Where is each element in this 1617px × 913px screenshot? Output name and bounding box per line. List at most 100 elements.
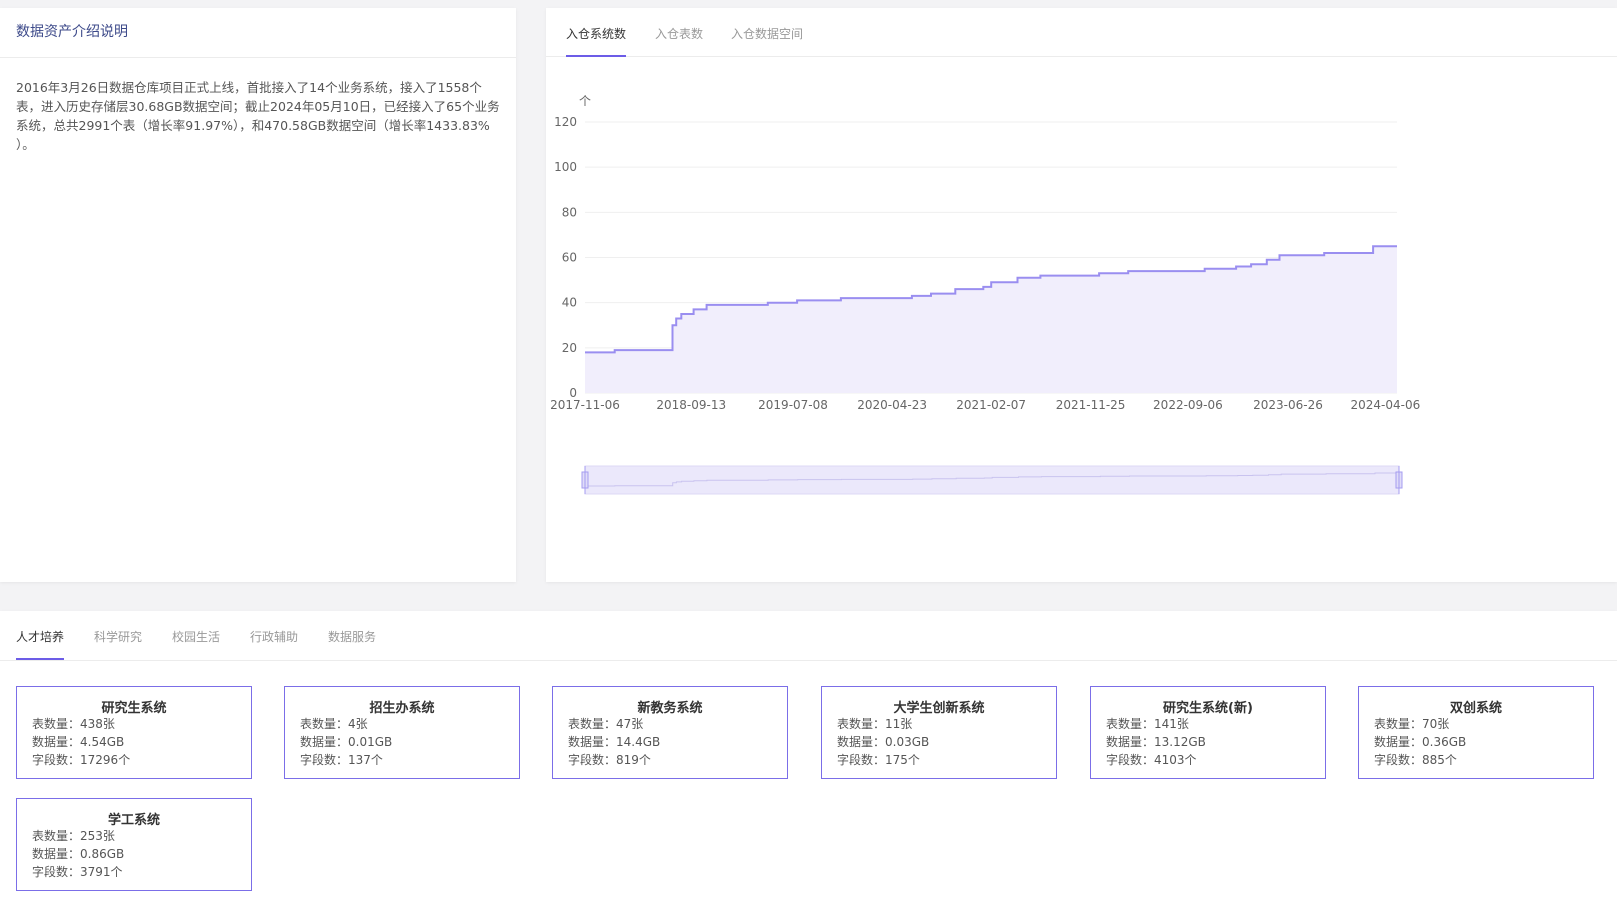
system-name: 双创系统 [1449,701,1502,716]
x-tick-label: 2019-07-08 [758,398,828,412]
system-data-size: 数据量：0.03GB [822,733,1056,751]
system-table-count: 表数量：253张 [17,827,251,845]
field-count-value: 4103个 [1154,753,1197,767]
table-count-value: 70张 [1422,717,1450,731]
tab-admin-support[interactable]: 行政辅助 [250,611,298,659]
system-table-count: 表数量：141张 [1091,715,1325,733]
y-axis-unit: 个 [579,94,591,108]
tab-research[interactable]: 科学研究 [94,611,142,659]
data-size-label: 数据量： [32,735,81,749]
x-tick-label: 2021-11-25 [1056,398,1126,412]
field-count-value: 17296个 [80,753,131,767]
system-table-count: 表数量：438张 [17,715,251,733]
system-card[interactable]: 新教务系统 表数量：47张 数据量：14.4GB 字段数：819个 [552,686,788,779]
system-name: 研究生系统(新) [1163,701,1253,716]
data-size-value: 13.12GB [1154,735,1206,749]
tab-campus-life[interactable]: 校园生活 [172,611,220,659]
field-count-value: 819个 [616,753,651,767]
intro-card: 数据资产介绍说明 2016年3月26日数据仓库项目正式上线，首批接入了14个业务… [0,8,516,582]
field-count-value: 3791个 [80,865,123,879]
x-tick-label: 2021-02-07 [956,398,1026,412]
field-count-value: 137个 [348,753,383,767]
system-card[interactable]: 研究生系统 表数量：438张 数据量：4.54GB 字段数：17296个 [16,686,252,779]
system-name: 学工系统 [107,813,160,828]
system-table-count: 表数量：47张 [553,715,787,733]
field-count-label: 字段数： [32,865,81,879]
data-size-label: 数据量： [837,735,886,749]
data-size-label: 数据量： [1106,735,1155,749]
y-tick-label: 120 [554,115,577,129]
system-count-chart: 020406080100120个2017-11-06 2018-09-13 2019… [550,94,1421,495]
x-tick-label: 2020-04-23 [857,398,927,412]
table-count-value: 11张 [885,717,913,731]
system-field-count: 字段数：175个 [822,751,1056,769]
field-count-label: 字段数： [1106,753,1155,767]
table-count-value: 4张 [348,717,368,731]
system-data-size: 数据量：0.01GB [285,733,519,751]
system-name: 招生办系统 [369,701,435,716]
y-tick-label: 60 [562,251,577,265]
system-data-size: 数据量：0.36GB [1359,733,1593,751]
system-data-size: 数据量：14.4GB [553,733,787,751]
field-count-label: 字段数： [1374,753,1423,767]
table-count-value: 141张 [1154,717,1189,731]
field-count-value: 885个 [1422,753,1457,767]
system-table-count: 表数量：11张 [822,715,1056,733]
table-count-label: 表数量： [32,829,81,843]
system-name: 新教务系统 [637,701,703,716]
x-tick-label: 2024-04-06 [1351,398,1421,412]
field-count-label: 字段数： [568,753,617,767]
system-field-count: 字段数：885个 [1359,751,1593,769]
system-data-size: 数据量：4.54GB [17,733,251,751]
field-count-label: 字段数： [837,753,886,767]
x-tick-label: 2022-09-06 [1153,398,1223,412]
tab-data-service[interactable]: 数据服务 [328,611,376,659]
chart-card: 入仓系统数 入仓表数 入仓数据空间 0 20 40 60 80 100 120 个 2017-1… [546,8,1617,582]
table-count-label: 表数量： [568,717,617,731]
y-tick-label: 80 [562,205,577,219]
data-size-label: 数据量： [1374,735,1423,749]
x-tick-label: 2017-11-06 [550,398,620,412]
y-tick-label: 40 [562,296,577,310]
field-count-label: 字段数： [32,753,81,767]
data-size-value: 0.03GB [885,735,930,749]
series-area [585,246,1397,393]
system-name: 研究生系统 [101,701,167,716]
system-table-count: 表数量：70张 [1359,715,1593,733]
system-card[interactable]: 大学生创新系统 表数量：11张 数据量：0.03GB 字段数：175个 [821,686,1057,779]
intro-title: 数据资产介绍说明 [0,8,516,58]
data-size-value: 0.86GB [80,847,125,861]
table-count-label: 表数量： [300,717,349,731]
field-count-label: 字段数： [300,753,349,767]
tab-talent-training[interactable]: 人才培养 [16,611,65,660]
y-tick-label: 20 [562,341,577,355]
data-size-value: 0.01GB [348,735,393,749]
table-count-value: 438张 [80,717,115,731]
table-count-label: 表数量： [32,717,81,731]
table-count-label: 表数量： [1106,717,1155,731]
data-size-value: 4.54GB [80,735,125,749]
system-field-count: 字段数：137个 [285,751,519,769]
system-tabs: 人才培养 科学研究 校园生活 行政辅助 数据服务 [0,611,1617,661]
system-data-size: 数据量：13.12GB [1091,733,1325,751]
system-table-count: 表数量：4张 [285,715,519,733]
system-data-size: 数据量：0.86GB [17,845,251,863]
system-card[interactable]: 研究生系统(新) 表数量：141张 数据量：13.12GB 字段数：4103个 [1090,686,1326,779]
y-tick-label: 100 [554,160,577,174]
system-card[interactable]: 招生办系统 表数量：4张 数据量：0.01GB 字段数：137个 [284,686,520,779]
system-field-count: 字段数：819个 [553,751,787,769]
data-size-value: 0.36GB [1422,735,1467,749]
data-size-label: 数据量： [32,847,81,861]
system-field-count: 字段数：17296个 [17,751,251,769]
table-count-value: 253张 [80,829,115,843]
system-field-count: 字段数：3791个 [17,863,251,881]
table-count-label: 表数量： [1374,717,1423,731]
data-size-value: 14.4GB [616,735,661,749]
intro-text: 2016年3月26日数据仓库项目正式上线，首批接入了14个业务系统，接入了155… [16,80,500,152]
x-tick-label: 2023-06-26 [1253,398,1323,412]
system-card[interactable]: 双创系统 表数量：70张 数据量：0.36GB 字段数：885个 [1358,686,1594,779]
table-count-label: 表数量： [837,717,886,731]
system-name: 大学生创新系统 [893,701,985,716]
field-count-value: 175个 [885,753,920,767]
system-card[interactable]: 学工系统 表数量：253张 数据量：0.86GB 字段数：3791个 [16,798,252,891]
